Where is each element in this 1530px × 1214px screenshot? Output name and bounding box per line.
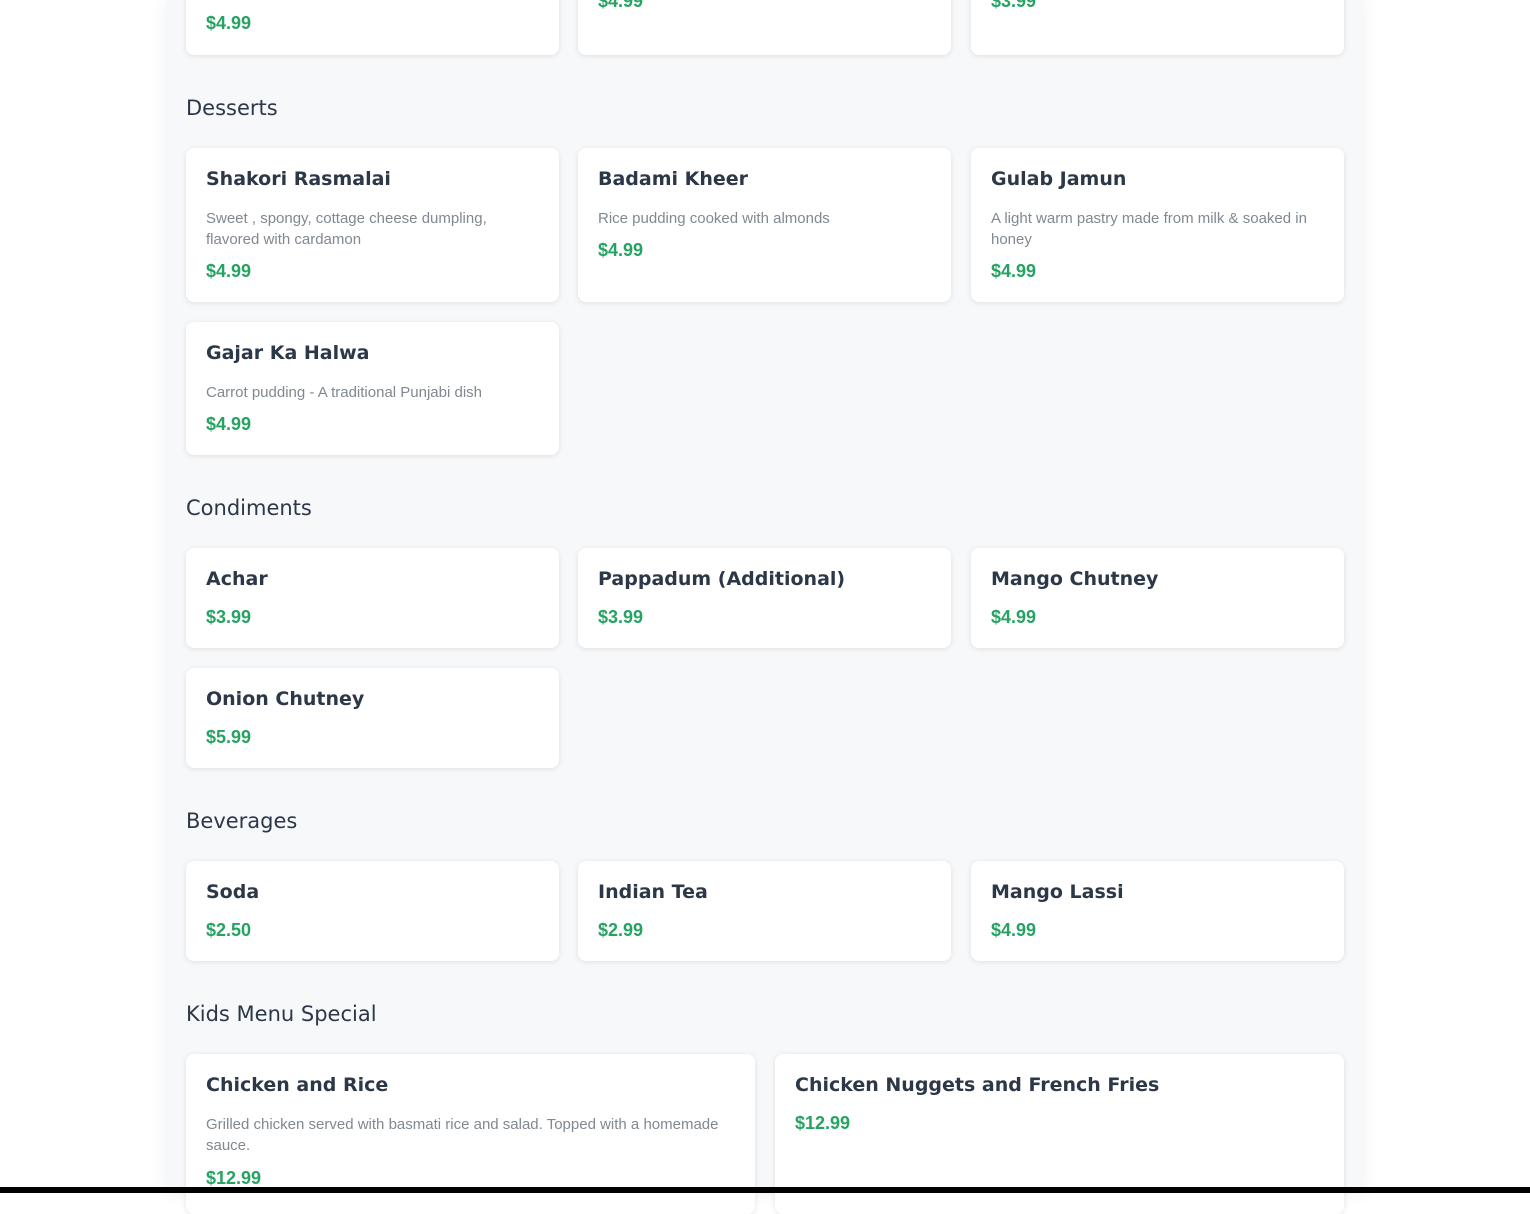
menu-item-name: Mango Chutney xyxy=(991,568,1159,590)
menu-item-name: Gulab Jamun xyxy=(991,168,1127,190)
menu-item-name: Indian Tea xyxy=(598,881,708,903)
menu-item-card[interactable]: Onion Chutney $5.99 xyxy=(186,668,559,768)
menu-item-price: $3.99 xyxy=(991,0,1037,11)
section-title-kids-menu: Kids Menu Special xyxy=(186,1002,377,1026)
menu-item-description: Rice pudding cooked with almonds xyxy=(598,210,830,227)
menu-item-price: $2.99 xyxy=(598,920,644,940)
menu-item-name: Mango Lassi xyxy=(991,881,1124,903)
menu-item-price: $3.99 xyxy=(598,607,644,627)
menu-item-card[interactable]: Gajar Ka Halwa Carrot pudding - A tradit… xyxy=(186,322,559,455)
menu-item-card[interactable]: Pappadum (Additional) $3.99 xyxy=(578,548,951,648)
menu-item-price: $4.99 xyxy=(991,920,1037,940)
menu-item-price: $12.99 xyxy=(795,1113,851,1133)
menu-item-name: Achar xyxy=(206,568,268,590)
menu-item-card[interactable]: $3.99 xyxy=(971,0,1344,55)
menu-item-price: $5.99 xyxy=(206,727,252,747)
menu-item-price: $4.99 xyxy=(206,13,252,33)
menu-item-description: Grilled chicken served with basmati rice… xyxy=(206,1116,719,1154)
menu-item-card[interactable]: Mango Chutney $4.99 xyxy=(971,548,1344,648)
menu-item-description: Carrot pudding - A traditional Punjabi d… xyxy=(206,384,483,401)
section-title-beverages: Beverages xyxy=(186,809,298,833)
menu-item-card[interactable]: Achar $3.99 xyxy=(186,548,559,648)
menu-item-name: Chicken and Rice xyxy=(206,1074,389,1096)
menu-item-price: $12.99 xyxy=(206,1168,262,1188)
menu-item-card[interactable]: $4.99 xyxy=(186,0,559,55)
section-title-condiments: Condiments xyxy=(186,496,312,520)
menu-item-name: Badami Kheer xyxy=(598,168,749,190)
menu-page: $4.99 $4.99 $3.99 Desserts Shakori Rasma… xyxy=(166,0,1364,1214)
menu-item-name: Soda xyxy=(206,881,260,903)
menu-item-name: Chicken Nuggets and French Fries xyxy=(795,1074,1160,1096)
menu-item-description: Sweet , spongy, cottage cheese dumpling,… xyxy=(206,210,487,248)
menu-item-card[interactable]: Shakori Rasmalai Sweet , spongy, cottage… xyxy=(186,148,559,302)
menu-item-card[interactable]: Mango Lassi $4.99 xyxy=(971,861,1344,961)
menu-item-price: $4.99 xyxy=(598,240,644,260)
menu-item-price: $4.99 xyxy=(991,261,1037,281)
menu-item-name: Pappadum (Additional) xyxy=(598,568,846,590)
menu-item-name: Shakori Rasmalai xyxy=(206,168,391,190)
menu-item-card[interactable]: Indian Tea $2.99 xyxy=(578,861,951,961)
menu-item-name: Gajar Ka Halwa xyxy=(206,342,370,364)
window-bottom-edge xyxy=(0,1187,1530,1193)
menu-item-card[interactable]: Gulab Jamun A light warm pastry made fro… xyxy=(971,148,1344,302)
menu-item-price: $4.99 xyxy=(598,0,644,11)
section-title-desserts: Desserts xyxy=(186,96,278,120)
menu-item-price: $2.50 xyxy=(206,920,252,940)
menu-item-price: $3.99 xyxy=(206,607,252,627)
menu-item-name: Onion Chutney xyxy=(206,688,365,710)
menu-item-description: A light warm pastry made from milk & soa… xyxy=(991,210,1307,248)
menu-item-card[interactable]: Badami Kheer Rice pudding cooked with al… xyxy=(578,148,951,302)
menu-item-price: $4.99 xyxy=(991,607,1037,627)
menu-item-price: $4.99 xyxy=(206,414,252,434)
menu-item-price: $4.99 xyxy=(206,261,252,281)
menu-item-card[interactable]: Soda $2.50 xyxy=(186,861,559,961)
menu-item-card[interactable]: $4.99 xyxy=(578,0,951,55)
